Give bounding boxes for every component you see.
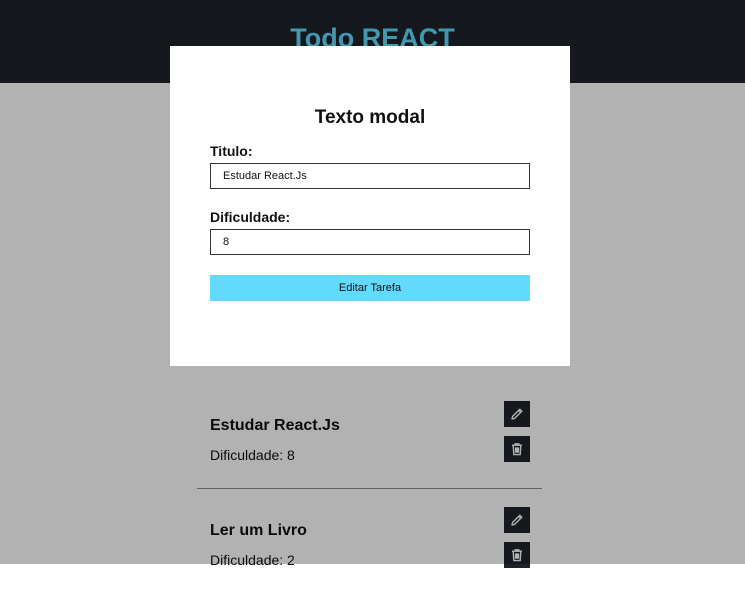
title-input[interactable] <box>210 163 530 189</box>
edit-task-modal: Texto modal Titulo: Dificuldade: Editar … <box>170 46 570 366</box>
modal-title: Texto modal <box>314 107 426 128</box>
difficulty-field-label: Dificuldade: <box>210 209 291 225</box>
difficulty-input[interactable] <box>210 229 530 255</box>
title-field-label: Titulo: <box>210 143 253 159</box>
edit-task-submit-button[interactable]: Editar Tarefa <box>210 275 530 301</box>
